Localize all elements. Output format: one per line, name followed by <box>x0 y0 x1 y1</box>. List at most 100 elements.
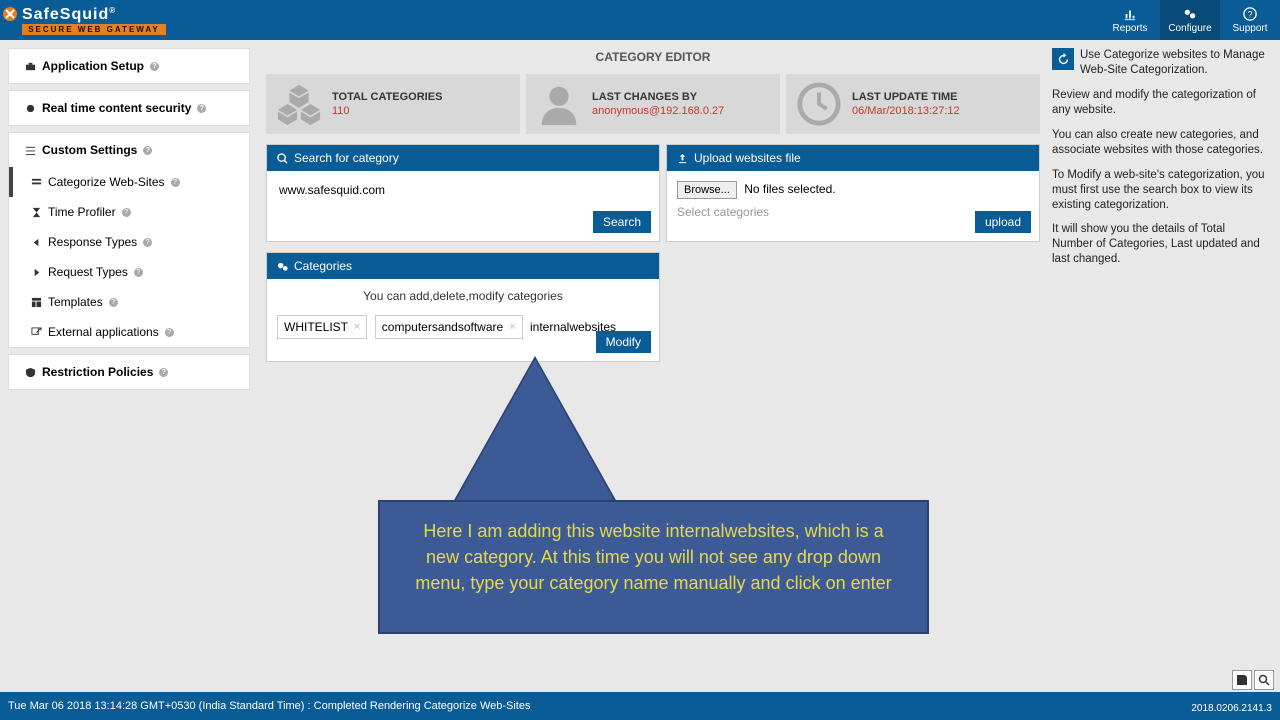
nav-reports[interactable]: Reports <box>1100 0 1160 40</box>
sidebar-restriction[interactable]: Restriction Policies ? <box>9 355 249 389</box>
help-dot-icon: ? <box>109 298 118 307</box>
save-icon <box>1236 674 1248 686</box>
cubes-icon <box>276 81 322 127</box>
refresh-button[interactable] <box>1052 48 1074 70</box>
stat-total: TOTAL CATEGORIES 110 <box>266 74 520 134</box>
help-dot-icon: ? <box>197 104 206 113</box>
sidebar-restriction-label: Restriction Policies <box>42 365 153 379</box>
stat-update-label: LAST UPDATE TIME <box>852 91 960 103</box>
arrow-back-icon <box>31 237 42 248</box>
stat-changes: LAST CHANGES BYanonymous@192.168.0.27 <box>526 74 780 134</box>
sidebar-realtime[interactable]: Real time content security ? <box>9 91 249 125</box>
tag-label: computersandsoftware <box>382 320 503 334</box>
brand-reg: ® <box>109 6 116 15</box>
sidebar-item-label: Response Types <box>48 235 137 249</box>
nav-support[interactable]: ? Support <box>1220 0 1280 40</box>
top-bar: SafeSquid® SECURE WEB GATEWAY Reports Co… <box>0 0 1280 40</box>
logo: SafeSquid® SECURE WEB GATEWAY <box>0 0 170 40</box>
panel-categories-head: Categories <box>267 253 659 279</box>
panel-upload-title: Upload websites file <box>694 151 801 165</box>
bug-icon <box>25 103 36 114</box>
sidebar-item-time[interactable]: Time Profiler ? <box>9 197 249 227</box>
modify-button[interactable]: Modify <box>596 331 651 353</box>
sidebar-custom[interactable]: Custom Settings ? <box>9 133 249 167</box>
sidebar-app-setup[interactable]: Application Setup ? <box>9 49 249 83</box>
sidebar-custom-label: Custom Settings <box>42 143 137 157</box>
panel-search-head: Search for category <box>267 145 659 171</box>
stat-total-label: TOTAL CATEGORIES <box>332 91 442 103</box>
category-tag: WHITELIST × <box>277 315 367 339</box>
chart-icon <box>1123 7 1137 21</box>
help-text: Use Categorize websites to Manage Web-Si… <box>1052 48 1268 78</box>
panels-row: Search for category Search Upload websit… <box>266 144 1040 242</box>
help-dot-icon: ? <box>165 328 174 337</box>
nav-support-label: Support <box>1232 23 1267 34</box>
cogs-icon <box>277 261 288 272</box>
sidebar-app-setup-label: Application Setup <box>42 59 144 73</box>
help-dot-icon: ? <box>171 178 180 187</box>
sidebar-item-external[interactable]: External applications ? <box>9 317 249 347</box>
stat-changes-value: anonymous@192.168.0.27 <box>592 105 724 117</box>
sidebar: Application Setup ? Real time content se… <box>0 40 258 692</box>
category-tag: computersandsoftware × <box>375 315 523 339</box>
search-icon <box>277 153 288 164</box>
sidebar-item-response[interactable]: Response Types ? <box>9 227 249 257</box>
help-text: Review and modify the categorization of … <box>1052 88 1268 118</box>
arrow-forward-icon <box>31 267 42 278</box>
sidebar-item-label: Time Profiler <box>48 205 116 219</box>
list-icon <box>31 177 42 188</box>
sidebar-item-categorize[interactable]: Categorize Web-Sites ? <box>9 167 249 197</box>
help-dot-icon: ? <box>143 238 152 247</box>
template-icon <box>31 297 42 308</box>
nav-reports-label: Reports <box>1112 23 1147 34</box>
tag-remove-icon[interactable]: × <box>354 321 360 333</box>
no-file-label: No files selected. <box>744 182 835 196</box>
panel-categories: Categories You can add,delete,modify cat… <box>266 252 660 362</box>
save-tool[interactable] <box>1232 670 1252 690</box>
top-nav: Reports Configure ? Support <box>1100 0 1280 40</box>
help-dot-icon: ? <box>159 368 168 377</box>
sliders-icon <box>25 145 36 156</box>
help-column: Use Categorize websites to Manage Web-Si… <box>1048 40 1280 692</box>
stat-update: LAST UPDATE TIME06/Mar/2018:13:27:12 <box>786 74 1040 134</box>
callout-arrow <box>455 359 615 502</box>
search-button[interactable]: Search <box>593 211 651 233</box>
shield-icon <box>25 367 36 378</box>
sidebar-item-label: External applications <box>48 325 159 339</box>
footer: Tue Mar 06 2018 13:14:28 GMT+0530 (India… <box>0 692 1280 720</box>
help-icon: ? <box>1243 7 1257 21</box>
logo-icon <box>2 6 18 22</box>
sidebar-item-label: Templates <box>48 295 103 309</box>
search-icon <box>1258 674 1270 686</box>
tag-remove-icon[interactable]: × <box>509 321 515 333</box>
stat-total-value: 110 <box>332 105 442 117</box>
help-dot-icon: ? <box>143 146 152 155</box>
sidebar-realtime-label: Real time content security <box>42 101 191 115</box>
stat-boxes: TOTAL CATEGORIES 110 LAST CHANGES BYanony… <box>266 74 1040 134</box>
panel-categories-title: Categories <box>294 259 352 273</box>
sidebar-item-label: Categorize Web-Sites <box>48 175 165 189</box>
search-tool[interactable] <box>1254 670 1274 690</box>
hourglass-icon <box>31 207 42 218</box>
page-title: CATEGORY EDITOR <box>266 40 1040 74</box>
help-text: To Modify a web-site's categorization, y… <box>1052 168 1268 213</box>
panel-search: Search for category Search <box>266 144 660 242</box>
upload-button[interactable]: upload <box>975 211 1031 233</box>
footer-version: 2018.0206.2141.3 <box>1191 703 1272 714</box>
help-dot-icon: ? <box>150 62 159 71</box>
browse-button[interactable]: Browse... <box>677 181 737 199</box>
sidebar-item-request[interactable]: Request Types ? <box>9 257 249 287</box>
tag-label: WHITELIST <box>284 320 348 334</box>
external-icon <box>31 327 42 338</box>
footer-tools <box>1232 670 1274 690</box>
sidebar-item-templates[interactable]: Templates ? <box>9 287 249 317</box>
nav-configure[interactable]: Configure <box>1160 0 1220 40</box>
help-text: You can also create new categories, and … <box>1052 128 1268 158</box>
panel-upload: Upload websites file Browse... No files … <box>666 144 1040 242</box>
categories-note: You can add,delete,modify categories <box>277 289 649 303</box>
gears-icon <box>1183 7 1197 21</box>
refresh-icon <box>1057 53 1070 66</box>
help-dot-icon: ? <box>122 208 131 217</box>
search-input[interactable] <box>277 181 649 199</box>
svg-text:?: ? <box>1248 9 1253 19</box>
